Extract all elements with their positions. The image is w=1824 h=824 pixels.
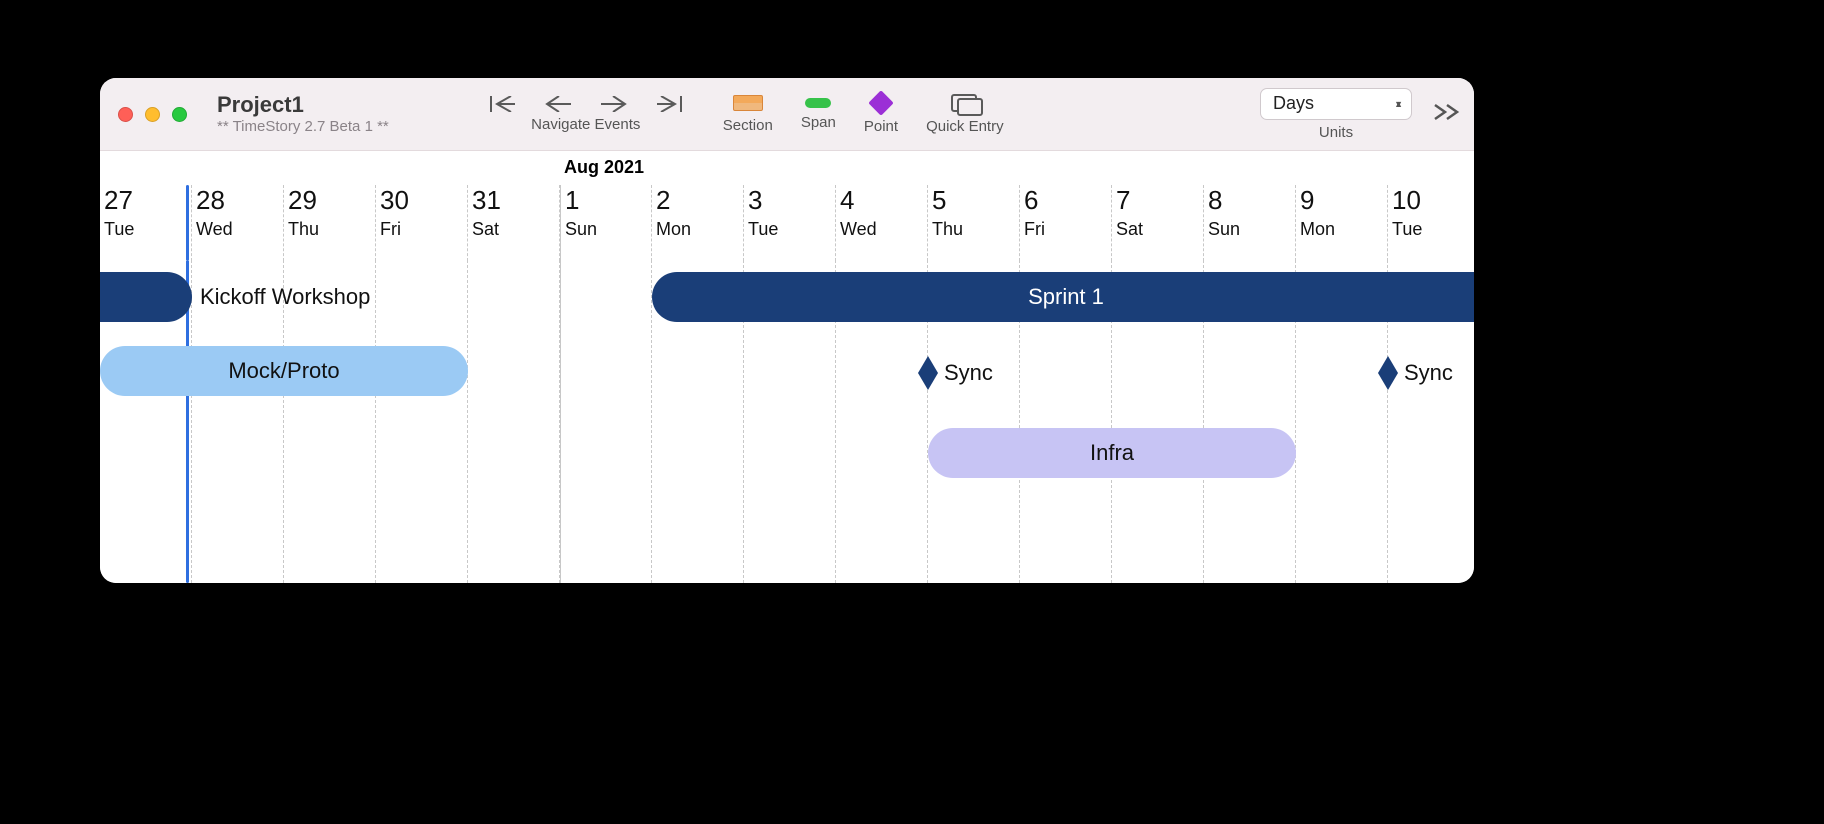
toolbar-overflow-button[interactable] [1432,103,1460,126]
day-of-week: Mon [656,219,691,240]
event-infra[interactable]: Infra [928,428,1296,478]
quick-entry-icon [951,94,979,112]
document-title: Project1 [217,93,389,117]
document-subtitle: ** TimeStory 2.7 Beta 1 ** [217,119,389,136]
timeline-header: Aug 2021 27 Tue 28 Wed 29 Thu 30 Fri 31 Sat 1 Sun 2 M… [100,151,1474,262]
titlebar: Project1 ** TimeStory 2.7 Beta 1 ** [100,78,1474,151]
point-icon [868,90,893,115]
day-number: 29 [288,185,317,216]
day-of-week: Thu [288,219,319,240]
grid-column [468,260,560,583]
document-title-block: Project1 ** TimeStory 2.7 Beta 1 ** [217,93,389,136]
day-number: 8 [1208,185,1222,216]
day-header: 9 Mon [1296,185,1388,261]
day-number: 6 [1024,185,1038,216]
day-of-week: Mon [1300,219,1335,240]
span-button[interactable]: Span [801,98,836,131]
app-window: Project1 ** TimeStory 2.7 Beta 1 ** [100,78,1474,583]
nav-first-button[interactable] [489,96,515,112]
quick-entry-button[interactable]: Quick Entry [926,94,1004,135]
day-of-week: Wed [196,219,233,240]
day-number: 28 [196,185,225,216]
nav-last-button[interactable] [657,96,683,112]
grid-column [560,260,652,583]
day-number: 5 [932,185,946,216]
day-number: 9 [1300,185,1314,216]
navigate-events-group: Navigate Events [489,96,683,133]
span-icon [805,98,831,108]
day-of-week: Tue [748,219,778,240]
day-header: 29 Thu [284,185,376,261]
day-of-week: Sun [565,219,597,240]
units-select[interactable]: Days ▲▼ [1260,88,1412,120]
event-mock-proto[interactable]: Mock/Proto [100,346,468,396]
day-number: 4 [840,185,854,216]
day-header: 31 Sat [468,185,560,261]
day-header: 4 Wed [836,185,928,261]
day-of-week: Thu [932,219,963,240]
zoom-icon[interactable] [172,107,187,122]
day-of-week: Sun [1208,219,1240,240]
day-header: 3 Tue [744,185,836,261]
day-number: 30 [380,185,409,216]
day-header: 27 Tue [100,185,192,261]
day-number: 10 [1392,185,1421,216]
event-sync-1-label: Sync [944,360,993,386]
day-of-week: Tue [1392,219,1422,240]
day-number: 1 [565,185,579,216]
day-header: 30 Fri [376,185,468,261]
grid-column [376,260,468,583]
insert-group: Section Span Point Quick Entry [723,94,1004,135]
day-number: 31 [472,185,501,216]
timeline-body[interactable]: Kickoff Workshop Sprint 1 Mock/Proto Infra S… [100,260,1474,583]
nav-next-button[interactable] [601,96,627,112]
day-of-week: Tue [104,219,134,240]
day-of-week: Sat [1116,219,1143,240]
traffic-lights [118,107,187,122]
units-group: Days ▲▼ Units [1260,88,1412,141]
units-label: Units [1319,124,1353,141]
day-header: 8 Sun [1204,185,1296,261]
day-header: 2 Mon [652,185,744,261]
nav-prev-button[interactable] [545,96,571,112]
day-header: 6 Fri [1020,185,1112,261]
day-of-week: Fri [1024,219,1045,240]
event-kickoff-workshop[interactable] [100,272,192,322]
event-kickoff-workshop-label: Kickoff Workshop [200,284,370,310]
toolbar: Navigate Events Section Span Point [489,94,1004,135]
month-label: Aug 2021 [564,157,644,178]
section-button[interactable]: Section [723,95,773,134]
section-icon [733,95,763,111]
day-number: 2 [656,185,670,216]
event-sync-2-label: Sync [1404,360,1453,386]
navigate-events-label: Navigate Events [531,116,640,133]
day-header: 5 Thu [928,185,1020,261]
today-indicator [186,185,189,261]
day-of-week: Wed [840,219,877,240]
day-of-week: Fri [380,219,401,240]
event-sprint-1[interactable]: Sprint 1 [652,272,1474,322]
event-sync-1[interactable] [918,356,938,390]
event-sync-2[interactable] [1378,356,1398,390]
day-header: 28 Wed [192,185,284,261]
point-button[interactable]: Point [864,94,898,135]
day-header: 1 Sun [560,185,652,261]
day-header: 7 Sat [1112,185,1204,261]
day-number: 7 [1116,185,1130,216]
minimize-icon[interactable] [145,107,160,122]
day-header: 10 Tue [1388,185,1474,261]
close-icon[interactable] [118,107,133,122]
day-number: 27 [104,185,133,216]
day-of-week: Sat [472,219,499,240]
day-number: 3 [748,185,762,216]
